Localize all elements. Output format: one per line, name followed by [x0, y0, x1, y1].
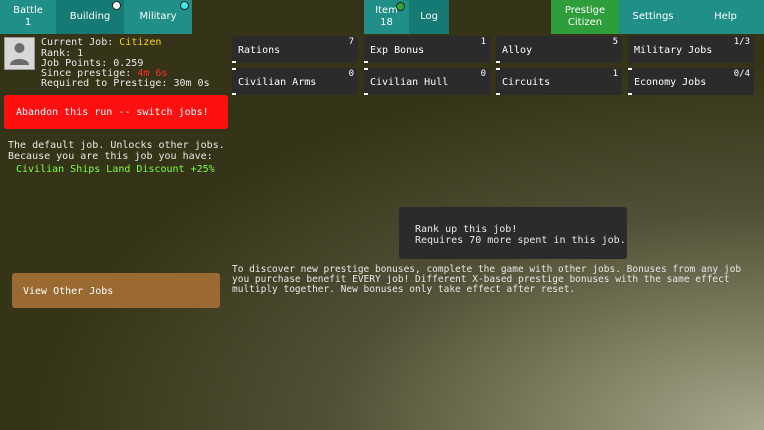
- tab-battle[interactable]: Battle 1: [0, 0, 56, 34]
- green-dot-icon: [396, 2, 405, 11]
- tab-settings-label: Settings: [632, 11, 674, 22]
- tab-item[interactable]: Item 18: [364, 0, 409, 34]
- upgrade-count: 1: [480, 37, 486, 47]
- upgrade-name: Circuits: [502, 77, 551, 88]
- tab-log[interactable]: Log: [409, 0, 449, 34]
- progress-tick: [364, 61, 368, 63]
- upgrade-card[interactable]: 7 Rations: [232, 36, 358, 63]
- person-silhouette-icon: [10, 43, 29, 65]
- current-job-label: Current Job:: [41, 37, 114, 48]
- upgrade-card[interactable]: 5 Alloy: [496, 36, 622, 63]
- abandon-run-label: Abandon this run -- switch jobs!: [16, 107, 209, 118]
- job-description-line1: The default job. Unlocks other jobs.: [8, 140, 225, 151]
- upgrade-count: 1/3: [733, 37, 750, 47]
- tab-building[interactable]: Building: [56, 0, 124, 34]
- tooltip-line2: Requires 70 more spent in this job.: [415, 235, 626, 246]
- upgrade-card[interactable]: 1/3 Military Jobs: [628, 36, 754, 63]
- rank-up-tooltip: Rank up this job! Requires 70 more spent…: [399, 207, 627, 259]
- upgrade-card[interactable]: 1 Circuits: [496, 68, 622, 95]
- upgrade-name: Alloy: [502, 45, 533, 56]
- cyan-dot-icon: [180, 1, 189, 10]
- upgrade-count: 7: [348, 37, 354, 47]
- tab-military[interactable]: Military: [124, 0, 192, 34]
- tab-item-label: Item: [375, 5, 398, 16]
- progress-tick: [628, 68, 632, 70]
- upgrade-name: Civilian Hull: [370, 77, 449, 88]
- tab-battle-count: 1: [24, 17, 32, 28]
- tab-building-label: Building: [69, 11, 111, 22]
- tab-log-label: Log: [420, 11, 438, 22]
- job-description-line2: Because you are this job you have:: [8, 151, 213, 162]
- view-other-jobs-button[interactable]: View Other Jobs: [12, 273, 220, 308]
- required-label: Required to Prestige:: [41, 78, 168, 89]
- tab-prestige-sub: Citizen: [567, 17, 603, 28]
- view-other-jobs-label: View Other Jobs: [23, 286, 114, 297]
- upgrade-card[interactable]: 0/4 Economy Jobs: [628, 68, 754, 95]
- upgrade-count: 0/4: [733, 69, 750, 79]
- progress-tick: [232, 68, 236, 70]
- upgrade-count: 1: [612, 69, 618, 79]
- progress-tick: [364, 68, 368, 70]
- tooltip-line1: Rank up this job!: [415, 224, 518, 235]
- progress-tick: [628, 93, 632, 95]
- upgrade-card[interactable]: 1 Exp Bonus: [364, 36, 490, 63]
- progress-tick: [232, 61, 236, 63]
- required-value: 30m 0s: [173, 78, 210, 89]
- job-bonus: Civilian Ships Land Discount +25%: [16, 164, 215, 175]
- tab-prestige[interactable]: Prestige Citizen: [551, 0, 619, 34]
- upgrade-count: 5: [612, 37, 618, 47]
- upgrade-name: Civilian Arms: [238, 77, 317, 88]
- required-to-prestige: Required to Prestige: 30m 0s: [41, 78, 210, 89]
- upgrade-name: Rations: [238, 45, 281, 56]
- prestige-help-text: To discover new prestige bonuses, comple…: [232, 265, 741, 295]
- job-portrait: [4, 37, 35, 70]
- upgrade-name: Exp Bonus: [370, 45, 425, 56]
- upgrade-card[interactable]: 0 Civilian Hull: [364, 68, 490, 95]
- tab-help-label: Help: [714, 11, 737, 22]
- tab-prestige-label: Prestige: [564, 5, 606, 16]
- help-text-line3: multiply together. New bonuses only take…: [232, 284, 576, 295]
- upgrade-name: Military Jobs: [634, 45, 713, 56]
- tab-help[interactable]: Help: [687, 0, 764, 34]
- upgrade-card[interactable]: 0 Civilian Arms: [232, 68, 358, 95]
- progress-tick: [496, 93, 500, 95]
- white-dot-icon: [112, 1, 121, 10]
- tab-item-count: 18: [380, 17, 393, 28]
- current-job-value: Citizen: [119, 37, 162, 48]
- abandon-run-button[interactable]: Abandon this run -- switch jobs!: [4, 95, 228, 129]
- progress-tick: [364, 93, 368, 95]
- tab-settings[interactable]: Settings: [619, 0, 687, 34]
- progress-tick: [496, 68, 500, 70]
- progress-tick: [232, 93, 236, 95]
- upgrade-count: 0: [348, 69, 354, 79]
- upgrade-name: Economy Jobs: [634, 77, 707, 88]
- current-job: Current Job: Citizen: [41, 37, 161, 48]
- tab-military-label: Military: [139, 11, 177, 22]
- upgrade-count: 0: [480, 69, 486, 79]
- tab-battle-label: Battle: [13, 5, 43, 16]
- progress-tick: [496, 61, 500, 63]
